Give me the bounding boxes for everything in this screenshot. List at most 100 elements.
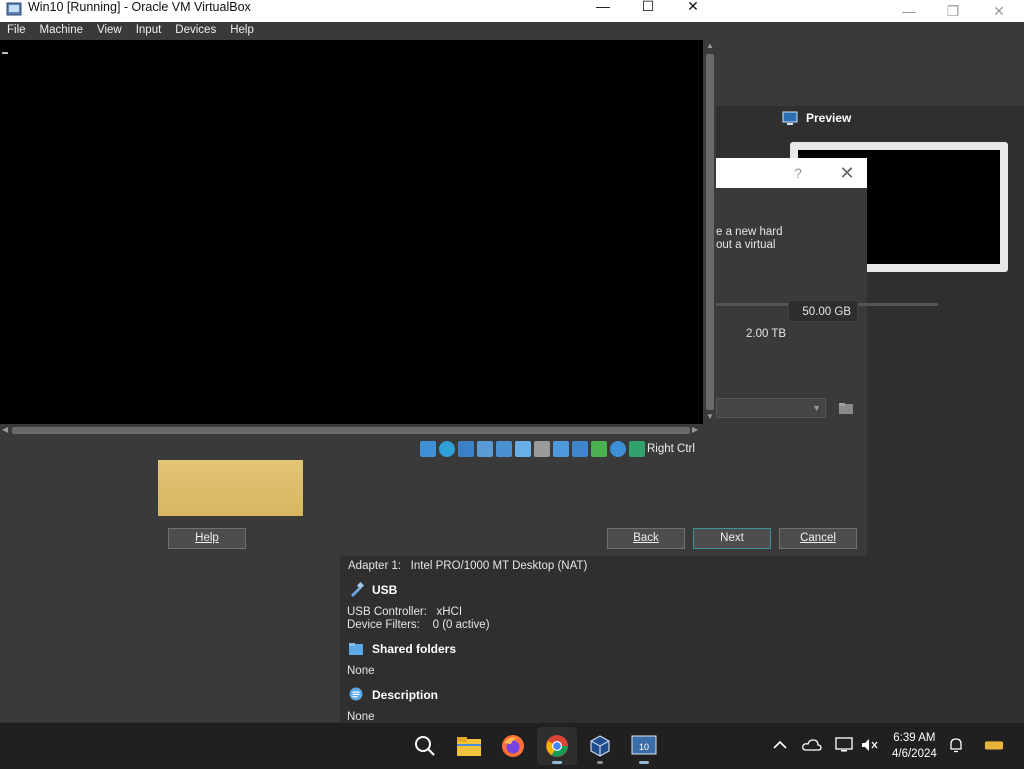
taskbar-search-button[interactable]: [405, 727, 445, 765]
vm-display[interactable]: [0, 40, 703, 424]
usb-section-header[interactable]: USB: [348, 582, 397, 598]
virtualbox-icon: [590, 735, 610, 757]
vm-maximize-button[interactable]: ☐: [625, 0, 671, 22]
taskbar-chrome[interactable]: [537, 727, 577, 765]
menu-machine[interactable]: Machine: [33, 22, 90, 40]
speaker-muted-icon: [862, 739, 878, 751]
menu-input[interactable]: Input: [129, 22, 169, 40]
choose-location-button[interactable]: [836, 398, 856, 418]
wizard-next-button[interactable]: Next: [693, 528, 771, 549]
taskbar-firefox[interactable]: [493, 727, 533, 765]
notifications-button[interactable]: [946, 735, 966, 755]
audio-icon[interactable]: [477, 441, 493, 457]
taskbar-clock[interactable]: 6:39 AM 4/6/2024: [892, 730, 937, 762]
shared-folder-status-icon[interactable]: [534, 441, 550, 457]
bell-icon: [950, 738, 962, 753]
wizard-illustration: [158, 460, 303, 516]
adapter-value: Intel PRO/1000 MT Desktop (NAT): [410, 560, 588, 572]
usb-controller-value: xHCI: [436, 606, 463, 618]
scroll-right-arrow-icon[interactable]: ▶: [692, 425, 698, 434]
vm-vertical-scroll-thumb[interactable]: [706, 54, 714, 410]
wizard-cancel-button[interactable]: Cancel: [779, 528, 857, 549]
usb-filters-row: Device Filters: 0 (0 active): [347, 619, 490, 631]
vm-close-button[interactable]: ✕: [670, 0, 716, 22]
chrome-icon: [546, 735, 568, 757]
wizard-help-question-button[interactable]: ?: [788, 158, 808, 188]
manager-toolbar-area: [716, 22, 1024, 106]
vm-minimize-button[interactable]: —: [580, 0, 626, 22]
shared-folders-value: None: [347, 665, 375, 677]
show-hidden-icons-button[interactable]: [770, 735, 790, 755]
running-indicator: [639, 761, 649, 764]
scroll-up-arrow-icon[interactable]: ▲: [706, 41, 714, 50]
vm-window-title: Win10 [Running] - Oracle VM VirtualBox: [28, 0, 251, 14]
chevron-up-icon: [773, 740, 787, 749]
vm-titlebar: Win10 [Running] - Oracle VM VirtualBox —…: [0, 0, 716, 22]
optical-drive-icon[interactable]: [439, 441, 455, 457]
speech-bubble-icon: [349, 687, 363, 701]
menu-devices[interactable]: Devices: [168, 22, 223, 40]
display-tray[interactable]: [834, 735, 854, 755]
search-icon: [415, 736, 435, 756]
vm-menubar: File Machine View Input Devices Help: [0, 22, 716, 40]
running-indicator: [552, 761, 562, 764]
manager-titlebar: — ❐ ✕: [716, 0, 1024, 22]
usb-icon: [351, 582, 364, 597]
description-section-header[interactable]: Description: [348, 687, 438, 703]
manager-maximize-button[interactable]: ❐: [930, 0, 976, 22]
folder-icon: [349, 643, 363, 655]
vm-horizontal-scroll-thumb[interactable]: [12, 427, 690, 434]
pre-badge[interactable]: [984, 735, 1004, 755]
recording-icon[interactable]: [572, 441, 588, 457]
manager-minimize-button[interactable]: —: [886, 0, 932, 22]
usb-controller-label: USB Controller:: [347, 606, 427, 618]
wizard-back-button[interactable]: Back: [607, 528, 685, 549]
menu-view[interactable]: View: [90, 22, 129, 40]
disk-size-field[interactable]: 50.00 GB: [788, 300, 858, 322]
wizard-description-line-2: out a virtual: [716, 239, 776, 251]
scroll-down-arrow-icon[interactable]: ▼: [706, 412, 714, 421]
monitor-icon: [782, 111, 798, 125]
disk-location-combo[interactable]: ▼: [716, 398, 826, 418]
vm-vertical-scrollbar[interactable]: ▲ ▼: [704, 40, 716, 424]
volume-tray[interactable]: [860, 735, 880, 755]
floppy-icon[interactable]: [458, 441, 474, 457]
vm-window: Win10 [Running] - Oracle VM VirtualBox —…: [0, 0, 716, 460]
usb-status-icon[interactable]: [515, 441, 531, 457]
disk-size-max-label: 2.00 TB: [746, 328, 787, 340]
clock-time: 6:39 AM: [893, 732, 936, 744]
taskbar-virtualbox[interactable]: [580, 727, 620, 765]
monitor-tray-icon: [835, 737, 853, 752]
shared-folders-section-header[interactable]: Shared folders: [348, 641, 456, 657]
network-icon[interactable]: [496, 441, 512, 457]
win10-vm-icon: 10: [631, 735, 657, 755]
chevron-down-icon: ▼: [812, 403, 821, 413]
taskbar-file-explorer[interactable]: [449, 727, 489, 765]
manager-close-button[interactable]: ✕: [976, 0, 1022, 22]
wizard-help-button[interactable]: Help: [168, 528, 246, 549]
taskbar: 10 6:39 AM 4/6/2024: [0, 722, 1024, 769]
cpu-icon[interactable]: [591, 441, 607, 457]
wizard-description-line-1: e a new hard: [716, 226, 783, 238]
keyboard-capture-icon[interactable]: [629, 441, 645, 457]
menu-file[interactable]: File: [0, 22, 33, 40]
display-icon[interactable]: [553, 441, 569, 457]
mouse-integration-icon[interactable]: [610, 441, 626, 457]
vm-statusbar: Right Ctrl: [0, 438, 716, 460]
wizard-close-button[interactable]: ✕: [832, 158, 862, 188]
onedrive-tray[interactable]: [802, 735, 822, 755]
scroll-left-arrow-icon[interactable]: ◀: [2, 425, 8, 434]
folder-browse-icon: [839, 403, 853, 414]
svg-text:10: 10: [639, 742, 649, 752]
clock-date: 4/6/2024: [892, 748, 937, 760]
usb-filters-value: 0 (0 active): [432, 619, 490, 631]
host-key-label[interactable]: Right Ctrl: [647, 443, 695, 455]
preview-title: Preview: [806, 111, 852, 125]
shared-folders-title: Shared folders: [372, 642, 457, 656]
menu-help[interactable]: Help: [223, 22, 261, 40]
usb-title: USB: [372, 583, 398, 597]
vm-horizontal-scrollbar[interactable]: ◀ ▶: [0, 425, 704, 436]
taskbar-win10-vm[interactable]: 10: [624, 727, 664, 765]
hard-disk-icon[interactable]: [420, 441, 436, 457]
firefox-icon: [502, 735, 524, 757]
